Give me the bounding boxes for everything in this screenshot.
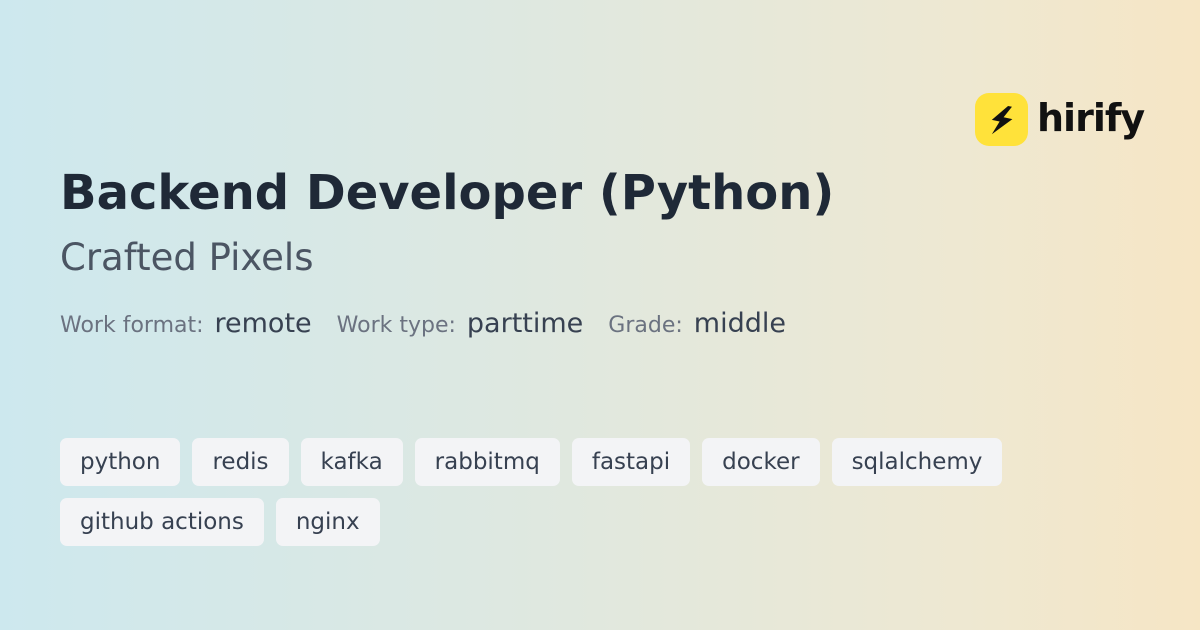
meta-work-format: Work format: remote (60, 308, 312, 339)
skill-tag[interactable]: kafka (300, 438, 403, 486)
skill-tag[interactable]: nginx (275, 498, 380, 546)
meta-label: Grade: (608, 313, 683, 338)
skill-tag[interactable]: fastapi (571, 438, 691, 486)
company-name: Crafted Pixels (60, 236, 314, 279)
skill-tag[interactable]: redis (192, 438, 289, 486)
skill-tag[interactable]: docker (702, 438, 820, 486)
meta-label: Work type: (336, 313, 456, 338)
meta-work-type: Work type: parttime (337, 308, 584, 339)
skill-tag[interactable]: github actions (60, 498, 264, 546)
job-card: hirify Backend Developer (Python) Crafte… (0, 0, 1200, 630)
brand-name: hirify (1037, 95, 1145, 140)
skill-tag[interactable]: python (60, 438, 181, 486)
skill-tag[interactable]: sqlalchemy (831, 438, 1003, 486)
lightning-bolt-icon (991, 105, 1012, 134)
meta-value: middle (693, 308, 786, 339)
logo-badge (975, 93, 1028, 146)
job-title: Backend Developer (Python) (60, 165, 835, 221)
meta-label: Work format: (60, 313, 204, 338)
meta-value: remote (214, 308, 312, 339)
meta-grade: Grade: middle (608, 308, 786, 339)
hirify-logo[interactable]: hirify (975, 93, 1145, 146)
job-meta: Work format: remote Work type: parttime … (60, 308, 811, 339)
skill-tags: python redis kafka rabbitmq fastapi dock… (60, 438, 1060, 546)
meta-value: parttime (466, 308, 584, 339)
skill-tag[interactable]: rabbitmq (414, 438, 560, 486)
